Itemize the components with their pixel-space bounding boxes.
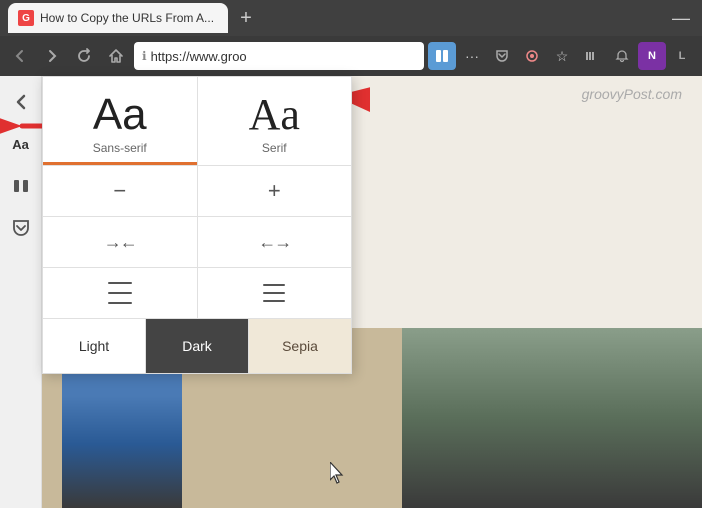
sans-serif-label: Sans-serif <box>93 141 147 155</box>
sidebar-pocket-button[interactable] <box>3 210 39 246</box>
sidebar-reader-button[interactable] <box>3 168 39 204</box>
light-theme-label: Light <box>79 338 109 354</box>
dark-theme-label: Dark <box>182 338 212 354</box>
reading-panel: Aa Sans-serif Aa Serif − + →← ←→ <box>42 76 352 374</box>
serif-option[interactable]: Aa Serif <box>198 77 352 165</box>
width-row: →← ←→ <box>43 217 351 268</box>
page-image-background <box>402 328 702 508</box>
sidebar-font-button[interactable]: Aa <box>3 126 39 162</box>
tab-title: How to Copy the URLs From A... <box>40 11 214 25</box>
more-options-button[interactable]: ··· <box>458 42 486 70</box>
line-spacing-row <box>43 268 351 319</box>
history-button[interactable] <box>578 42 606 70</box>
narrow-width-icon: →← <box>104 232 136 253</box>
active-tab[interactable]: How to Copy the URLs From A... ✕ <box>8 3 228 33</box>
sans-serif-preview: Aa <box>93 93 147 137</box>
forward-button[interactable] <box>38 42 66 70</box>
home-button[interactable] <box>102 42 130 70</box>
tab-favicon <box>18 10 34 26</box>
pocket-button[interactable] <box>488 42 516 70</box>
narrow-spacing-icon <box>263 284 285 302</box>
browser-chrome: How to Copy the URLs From A... ✕ + — ℹ h… <box>0 0 702 76</box>
nav-icons-right: ··· ☆ N L <box>428 42 696 70</box>
serif-label: Serif <box>262 141 287 155</box>
narrow-width-button[interactable]: →← <box>43 217 198 267</box>
light-theme-button[interactable]: Light <box>43 319 146 373</box>
address-bar[interactable]: ℹ https://www.groo <box>134 42 424 70</box>
new-tab-button[interactable]: + <box>232 4 260 32</box>
nav-bar: ℹ https://www.groo ··· ☆ N L <box>0 36 702 76</box>
sepia-theme-label: Sepia <box>282 338 318 354</box>
decrease-icon: − <box>113 178 126 204</box>
dark-theme-button[interactable]: Dark <box>146 319 249 373</box>
secure-icon: ℹ <box>142 49 147 63</box>
narrow-spacing-button[interactable] <box>198 268 352 318</box>
tab-bar: How to Copy the URLs From A... ✕ + — <box>0 0 702 36</box>
wide-width-icon: ←→ <box>258 232 290 253</box>
wide-spacing-icon <box>108 282 132 304</box>
serif-preview: Aa <box>249 93 300 137</box>
reader-view-button[interactable] <box>428 42 456 70</box>
minimize-button[interactable]: — <box>672 8 694 29</box>
onenote-button[interactable]: N <box>638 42 666 70</box>
profile-button[interactable]: L <box>668 42 696 70</box>
firefox-icon[interactable] <box>518 42 546 70</box>
increase-icon: + <box>268 178 281 204</box>
sans-serif-option[interactable]: Aa Sans-serif <box>43 77 198 165</box>
tab-close-button[interactable]: ✕ <box>226 10 228 27</box>
theme-row: Light Dark Sepia <box>43 319 351 373</box>
wide-spacing-button[interactable] <box>43 268 198 318</box>
alerts-button[interactable] <box>608 42 636 70</box>
font-size-row: − + <box>43 166 351 217</box>
wide-width-button[interactable]: ←→ <box>198 217 352 267</box>
url-text: https://www.groo <box>151 49 416 64</box>
increase-font-size-button[interactable]: + <box>198 166 352 216</box>
bookmark-button[interactable]: ☆ <box>548 42 576 70</box>
decrease-font-size-button[interactable]: − <box>43 166 198 216</box>
page-watermark: groovyPost.com <box>582 86 682 102</box>
font-selection-row: Aa Sans-serif Aa Serif <box>43 77 351 166</box>
sidebar-back-button[interactable] <box>3 84 39 120</box>
reload-button[interactable] <box>70 42 98 70</box>
sepia-theme-button[interactable]: Sepia <box>249 319 351 373</box>
back-button[interactable] <box>6 42 34 70</box>
sidebar: Aa <box>0 76 42 508</box>
